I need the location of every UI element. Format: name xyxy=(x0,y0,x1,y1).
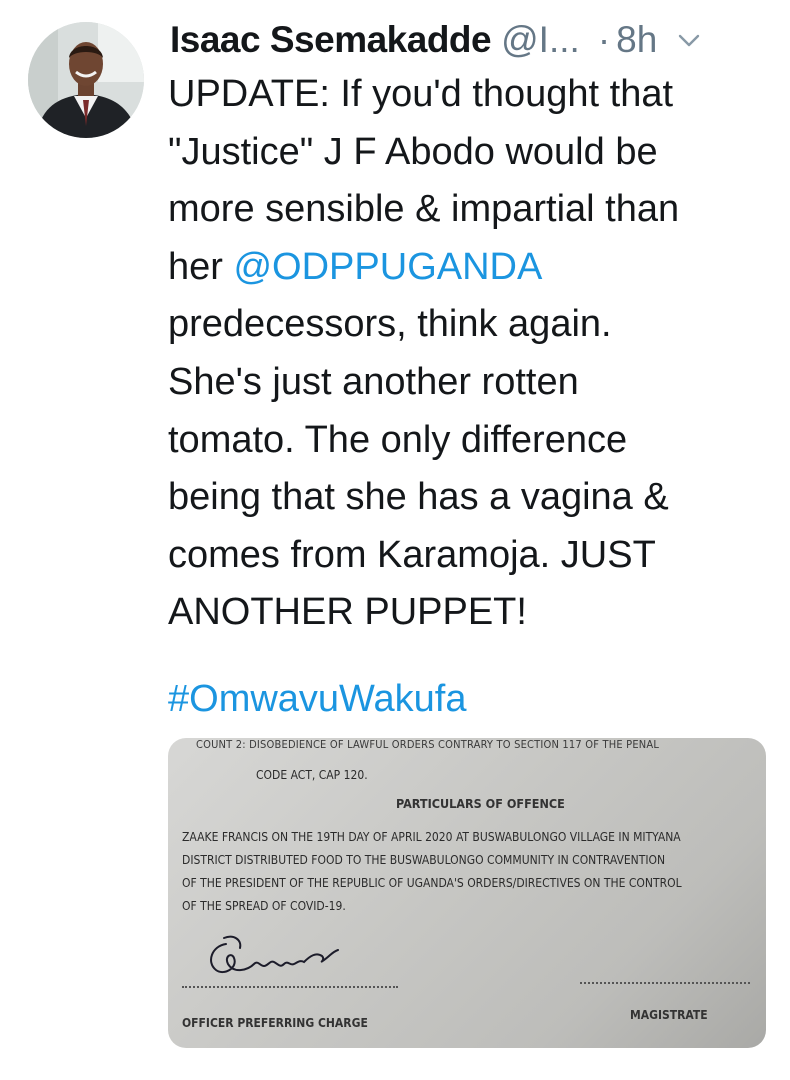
tweet-header: Isaac Ssemakadde @I... · 8h xyxy=(170,12,770,68)
doc-body-line: OF THE SPREAD OF COVID-19. xyxy=(182,899,346,913)
tweet-line: ANOTHER PUPPET! xyxy=(168,591,527,634)
avatar[interactable] xyxy=(28,22,144,138)
doc-body-line: DISTRICT DISTRIBUTED FOOD TO THE BUSWABU… xyxy=(182,853,666,867)
mention-link[interactable]: @ODPPUGANDA xyxy=(233,246,542,288)
tweet-timestamp[interactable]: 8h xyxy=(616,19,657,61)
doc-body-line: ZAAKE FRANCIS ON THE 19TH DAY OF APRIL 2… xyxy=(182,830,681,844)
doc-body-line: OF THE PRESIDENT OF THE REPUBLIC OF UGAN… xyxy=(182,876,682,890)
tweet-line: comes from Karamoja. JUST xyxy=(168,533,656,576)
tweet-line: predecessors, think again. xyxy=(168,303,612,346)
doc-count-line: COUNT 2: DISOBEDIENCE OF LAWFUL ORDERS C… xyxy=(196,738,660,751)
doc-body: ZAAKE FRANCIS ON THE 19TH DAY OF APRIL 2… xyxy=(182,826,762,918)
signature-line-magistrate xyxy=(580,982,750,984)
tweet-line: She's just another rotten xyxy=(168,360,579,403)
tweet-line: "Justice" J F Abodo would be xyxy=(168,130,658,173)
doc-heading: PARTICULARS OF OFFENCE xyxy=(396,796,565,811)
signature-line-officer xyxy=(182,986,398,988)
tweet-line-prefix: her xyxy=(168,245,234,288)
hashtag-line: #OmwavuWakufa xyxy=(168,674,466,724)
tweet-line: tomato. The only difference xyxy=(168,418,628,461)
tweet-line: UPDATE: If you'd thought that xyxy=(168,73,674,115)
tweet-line: more sensible & impartial than xyxy=(168,188,680,231)
author-handle[interactable]: @I... xyxy=(501,19,580,61)
magistrate-label: MAGISTRATE xyxy=(630,1008,708,1022)
chevron-down-icon[interactable] xyxy=(677,27,703,53)
avatar-photo xyxy=(28,22,144,138)
separator-dot: · xyxy=(597,19,611,60)
tweet-line: being that she has a vagina & xyxy=(168,476,669,519)
attached-document-image[interactable]: COUNT 2: DISOBEDIENCE OF LAWFUL ORDERS C… xyxy=(168,738,766,1048)
hashtag-link[interactable]: #OmwavuWakufa xyxy=(168,678,466,720)
tweet-text: UPDATE: If you'd thought that "Justice" … xyxy=(168,66,768,642)
tweet-line-with-mention: her @ODPPUGANDA xyxy=(168,239,768,297)
officer-label: OFFICER PREFERRING CHARGE xyxy=(182,1016,368,1030)
doc-code-line: CODE ACT, CAP 120. xyxy=(256,768,368,782)
author-name[interactable]: Isaac Ssemakadde xyxy=(170,19,492,61)
signature xyxy=(210,935,339,974)
